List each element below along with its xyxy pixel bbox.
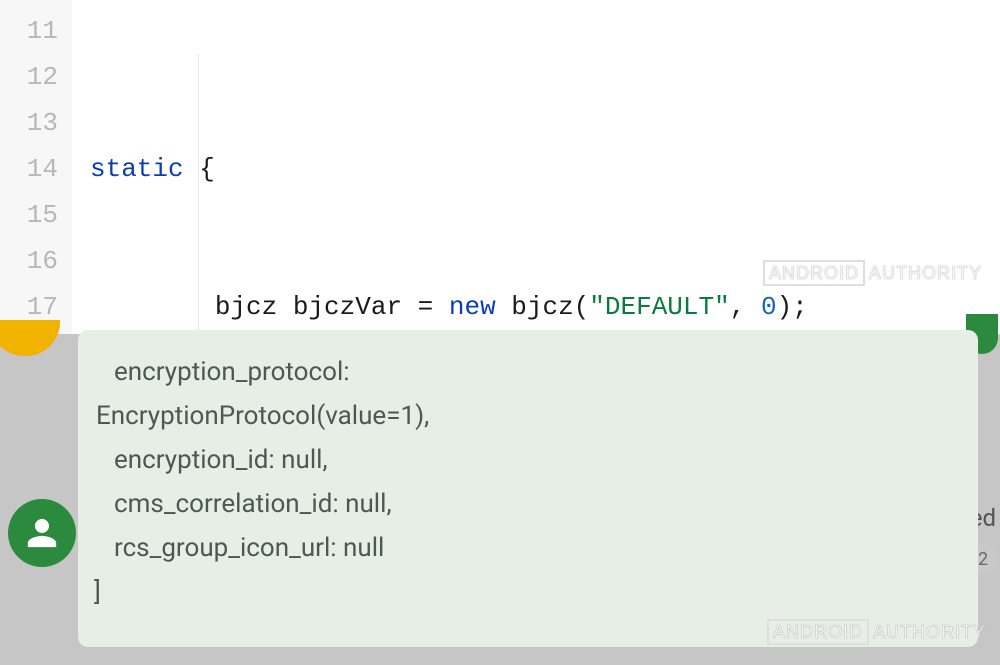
contact-avatar[interactable] xyxy=(8,499,76,567)
line-number: 15 xyxy=(0,192,58,238)
debug-line: EncryptionProtocol(value=1), xyxy=(96,394,954,438)
debug-line: cms_correlation_id: null, xyxy=(114,482,954,526)
debug-line: rcs_group_icon_url: null xyxy=(114,526,954,570)
line-number-gutter: 11 12 13 14 15 16 17 xyxy=(0,0,72,334)
code-editor-pane: 11 12 13 14 15 16 17 static { bjcz bjczV… xyxy=(0,0,1000,334)
debug-line: ] xyxy=(94,570,954,614)
person-icon xyxy=(25,516,59,550)
indent-guide xyxy=(198,54,199,334)
code-line: static { xyxy=(90,146,1000,192)
debug-line: encryption_id: null, xyxy=(114,438,954,482)
avatar-partial-yellow xyxy=(0,320,60,356)
line-number: 16 xyxy=(0,238,58,284)
messaging-app-pane: ed 2 encryption_protocol: EncryptionProt… xyxy=(0,334,1000,665)
line-number: 12 xyxy=(0,54,58,100)
debug-output-card[interactable]: encryption_protocol: EncryptionProtocol(… xyxy=(78,330,978,647)
line-number: 11 xyxy=(0,8,58,54)
debug-line: encryption_protocol: xyxy=(114,350,954,394)
line-number: 13 xyxy=(0,100,58,146)
line-number: 14 xyxy=(0,146,58,192)
code-area[interactable]: static { bjcz bjczVar = new bjcz("DEFAUL… xyxy=(72,0,1000,334)
code-line: bjcz bjczVar = new bjcz("DEFAULT", 0); xyxy=(90,284,1000,330)
